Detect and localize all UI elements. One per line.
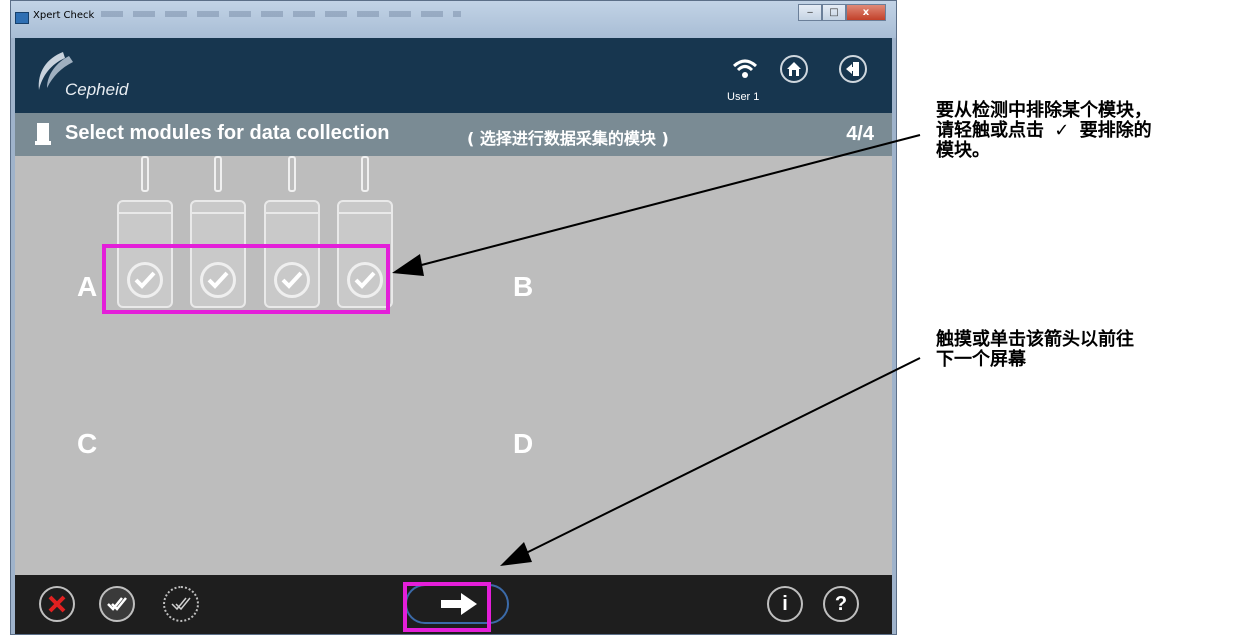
exclude-note-line2a: 请轻触或点击: [936, 120, 1044, 141]
exclude-module-note: 要从检测中排除某个模块， 请轻触或点击 ✓ 要排除的 模块。: [936, 101, 1152, 161]
next-screen-note: 触摸或单击该箭头以前往 下一个屏幕: [936, 330, 1134, 370]
exclude-note-line3: 模块。: [936, 140, 990, 161]
checkmark-symbol: ✓: [1054, 120, 1070, 141]
annotation-arrows: [392, 134, 921, 566]
exclude-note-line1: 要从检测中排除某个模块，: [936, 100, 1152, 121]
next-note-line1: 触摸或单击该箭头以前往: [936, 329, 1134, 350]
next-note-line2: 下一个屏幕: [936, 349, 1026, 370]
exclude-note-line2b: 要排除的: [1079, 120, 1152, 141]
exclude-note-line2: 请轻触或点击 ✓ 要排除的: [936, 121, 1152, 141]
